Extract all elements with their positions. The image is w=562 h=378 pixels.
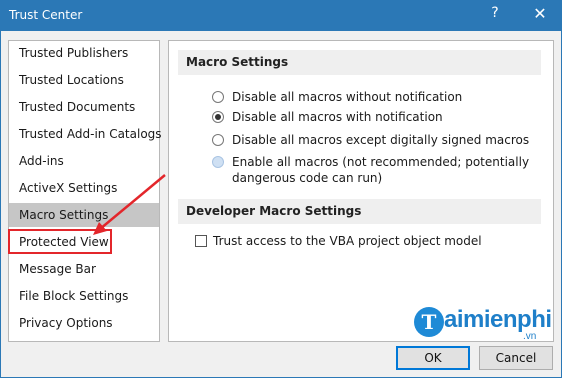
watermark-ball-icon: T bbox=[414, 307, 444, 337]
watermark-text: aimienphi bbox=[444, 306, 552, 333]
cancel-button[interactable]: Cancel bbox=[479, 346, 553, 370]
ok-button[interactable]: OK bbox=[396, 346, 470, 370]
watermark-suffix: .vn bbox=[523, 331, 537, 342]
watermark-logo: T aimienphi .vn bbox=[414, 304, 554, 348]
